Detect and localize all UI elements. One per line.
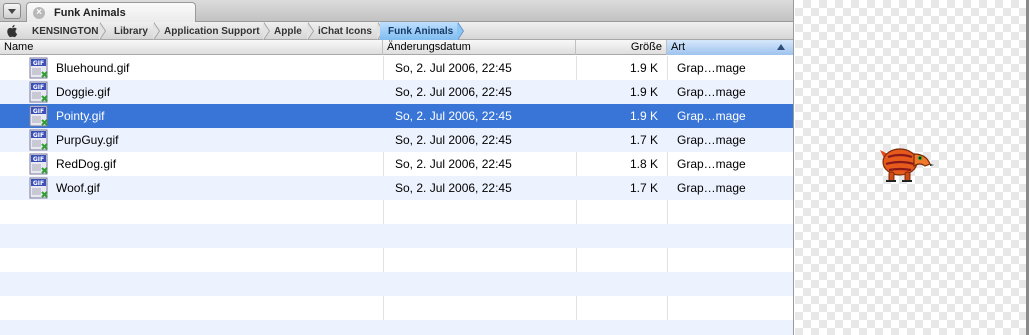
gif-badge-label: GIF	[33, 180, 44, 187]
file-date: So, 2. Jul 2006, 22:45	[395, 61, 512, 75]
empty-row	[0, 224, 793, 248]
file-size: 1.9 K	[629, 109, 658, 123]
file-kind: Grap…mage	[677, 61, 746, 75]
tab-bar: × Funk Animals	[0, 0, 793, 23]
file-date: So, 2. Jul 2006, 22:45	[395, 85, 512, 99]
column-header-size[interactable]: Größe	[576, 40, 667, 55]
file-kind: Grap…mage	[677, 109, 746, 123]
empty-row	[0, 320, 793, 335]
file-kind: Grap…mage	[677, 157, 746, 171]
breadcrumb-kensington[interactable]: KENSINGTON	[20, 22, 106, 40]
breadcrumb-label: Funk Animals	[388, 25, 454, 37]
file-date: So, 2. Jul 2006, 22:45	[395, 109, 512, 123]
file-size: 1.9 K	[629, 85, 658, 99]
tab-menu-button[interactable]	[3, 3, 21, 19]
breadcrumb-label: Apple	[274, 25, 302, 37]
column-header: Name Änderungsdatum Größe Art	[0, 40, 793, 55]
empty-row	[0, 248, 793, 272]
gif-file-icon: GIF	[29, 105, 48, 127]
gif-file-icon: GIF	[29, 57, 48, 79]
pointy-animal-preview-image	[880, 148, 934, 182]
file-size: 1.8 K	[629, 157, 658, 171]
tab-funk-animals[interactable]: × Funk Animals	[26, 2, 196, 23]
column-header-date[interactable]: Änderungsdatum	[383, 40, 576, 55]
file-name: Pointy.gif	[56, 109, 105, 123]
file-row-bluehound[interactable]: GIF Bluehound.gif So, 2. Jul 2006, 22:45…	[0, 56, 793, 80]
file-kind: Grap…mage	[677, 181, 746, 195]
file-size: 1.9 K	[629, 61, 658, 75]
breadcrumb-apple[interactable]: Apple	[266, 22, 314, 40]
breadcrumb-application-support[interactable]: Application Support	[156, 22, 270, 40]
column-header-name[interactable]: Name	[0, 40, 383, 55]
breadcrumb-label: iChat Icons	[318, 25, 372, 37]
file-row-pointy[interactable]: GIF Pointy.gif So, 2. Jul 2006, 22:45 1.…	[0, 104, 793, 128]
file-kind: Grap…mage	[677, 85, 746, 99]
file-row-reddog[interactable]: GIF RedDog.gif So, 2. Jul 2006, 22:45 1.…	[0, 152, 793, 176]
file-name: PurpGuy.gif	[56, 133, 119, 147]
file-kind: Grap…mage	[677, 133, 746, 147]
empty-row	[0, 200, 793, 224]
sort-ascending-icon	[777, 44, 785, 50]
gif-file-icon: GIF	[29, 81, 48, 103]
close-icon[interactable]: ×	[33, 7, 45, 19]
column-header-kind-label: Art	[671, 41, 686, 53]
apple-icon[interactable]	[6, 24, 18, 38]
gif-badge-label: GIF	[33, 132, 44, 139]
breadcrumb-funk-animals[interactable]: Funk Animals	[380, 22, 464, 40]
file-row-purpguy[interactable]: GIF PurpGuy.gif So, 2. Jul 2006, 22:45 1…	[0, 128, 793, 152]
empty-row	[0, 272, 793, 296]
file-size: 1.7 K	[629, 181, 658, 195]
chevron-down-icon	[8, 9, 16, 14]
empty-row	[0, 296, 793, 320]
column-header-kind[interactable]: Art	[667, 40, 793, 55]
file-list: GIF Bluehound.gif So, 2. Jul 2006, 22:45…	[0, 56, 793, 335]
file-size: 1.7 K	[629, 133, 658, 147]
gif-file-icon: GIF	[29, 177, 48, 199]
path-bar: KENSINGTON Library Application Support A…	[0, 22, 793, 40]
gif-badge-label: GIF	[33, 108, 44, 115]
file-name: RedDog.gif	[56, 157, 117, 171]
file-date: So, 2. Jul 2006, 22:45	[395, 181, 512, 195]
gif-file-icon: GIF	[29, 153, 48, 175]
breadcrumb-ichat-icons[interactable]: iChat Icons	[310, 22, 384, 40]
gif-badge-label: GIF	[33, 60, 44, 67]
gif-file-icon: GIF	[29, 129, 48, 151]
file-date: So, 2. Jul 2006, 22:45	[395, 133, 512, 147]
file-date: So, 2. Jul 2006, 22:45	[395, 157, 512, 171]
file-row-doggie[interactable]: GIF Doggie.gif So, 2. Jul 2006, 22:45 1.…	[0, 80, 793, 104]
breadcrumb-label: Library	[114, 25, 148, 37]
gif-badge-label: GIF	[33, 156, 44, 163]
breadcrumb-label: Application Support	[164, 25, 260, 37]
breadcrumb-label: KENSINGTON	[32, 25, 99, 37]
tab-title: Funk Animals	[54, 7, 126, 19]
file-name: Doggie.gif	[56, 85, 111, 99]
file-browser-pane: × Funk Animals KENSINGTON Library Applic…	[0, 0, 794, 335]
gif-badge-label: GIF	[33, 84, 44, 91]
file-row-woof[interactable]: GIF Woof.gif So, 2. Jul 2006, 22:45 1.7 …	[0, 176, 793, 200]
breadcrumb-library[interactable]: Library	[102, 22, 160, 40]
file-name: Woof.gif	[56, 181, 100, 195]
file-name: Bluehound.gif	[56, 61, 130, 75]
